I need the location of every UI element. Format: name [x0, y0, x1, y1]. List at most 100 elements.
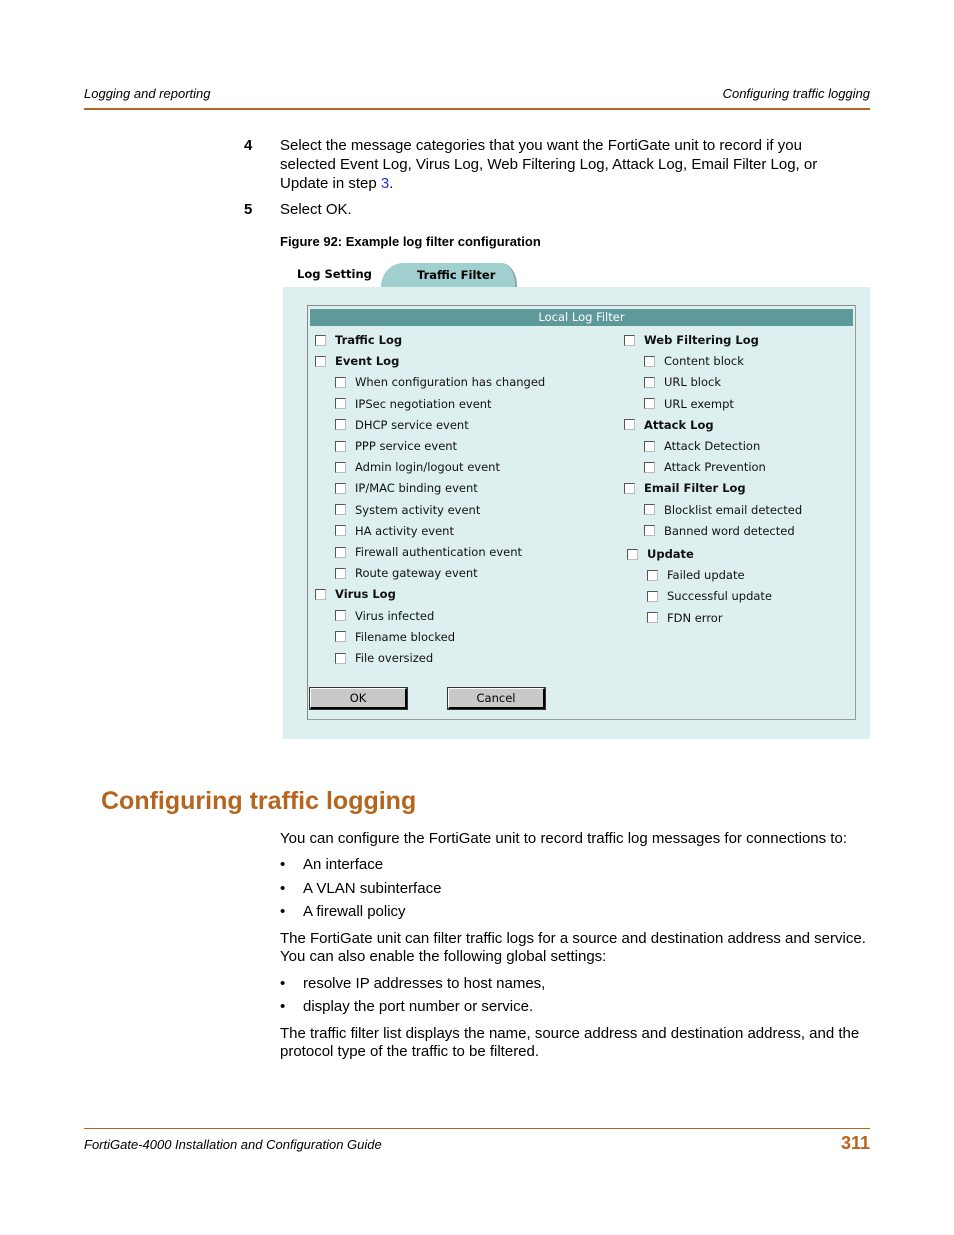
checkbox-label: DHCP service event — [355, 417, 469, 432]
local-log-filter-panel: Local Log Filter Traffic Log Event Log Whe… — [307, 305, 856, 720]
checkbox-label: Web Filtering Log — [644, 333, 759, 347]
checkbox[interactable] — [647, 612, 658, 624]
checkbox[interactable] — [335, 610, 346, 622]
tab-traffic-filter[interactable]: Traffic Filter — [381, 263, 517, 287]
checkbox-label: Update — [647, 547, 694, 561]
checkbox[interactable] — [335, 504, 346, 516]
checkbox[interactable] — [335, 525, 346, 537]
checkbox-label: Filename blocked — [355, 629, 455, 644]
paragraph-2: The FortiGate unit can filter traffic lo… — [280, 930, 866, 965]
checkbox-row[interactable]: URL exempt — [644, 395, 734, 413]
checkbox-row[interactable]: IP/MAC binding event — [335, 479, 478, 497]
checkbox-row[interactable]: Content block — [644, 352, 744, 370]
step-number: 5 — [244, 201, 253, 218]
checkbox[interactable] — [644, 398, 655, 410]
checkbox[interactable] — [644, 504, 655, 516]
checkbox[interactable] — [335, 546, 346, 558]
checkbox-row[interactable]: Successful update — [647, 587, 772, 605]
checkbox-row[interactable]: Virus Log — [315, 585, 396, 603]
checkbox-label: Traffic Log — [335, 333, 403, 347]
checkbox-label: Firewall authentication event — [355, 545, 523, 559]
checkbox[interactable] — [335, 631, 346, 643]
step-number: 4 — [244, 137, 253, 154]
checkbox-row[interactable]: IPSec negotiation event — [335, 395, 492, 413]
checkbox-row[interactable]: Attack Log — [624, 416, 714, 434]
checkbox[interactable] — [335, 461, 346, 473]
footer-title: FortiGate-4000 Installation and Configur… — [84, 1137, 382, 1152]
checkbox[interactable] — [315, 334, 326, 346]
checkbox-label: Email Filter Log — [644, 481, 746, 496]
checkbox-row[interactable]: Admin login/logout event — [335, 458, 500, 476]
checkbox[interactable] — [624, 334, 635, 346]
step-link[interactable]: 3 — [381, 175, 389, 192]
intro-paragraph: You can configure the FortiGate unit to … — [280, 830, 847, 847]
checkbox[interactable] — [335, 567, 346, 579]
checkbox[interactable] — [644, 440, 655, 452]
checkbox-row[interactable]: File oversized — [335, 649, 433, 667]
checkbox-label: Event Log — [335, 354, 400, 369]
checkbox-row[interactable]: URL block — [644, 373, 721, 391]
tab-log-setting[interactable]: Log Setting — [297, 267, 372, 281]
checkbox[interactable] — [644, 355, 655, 367]
checkbox-row[interactable]: Traffic Log — [315, 331, 402, 349]
checkbox-row[interactable]: Attack Prevention — [644, 458, 766, 476]
checkbox-row[interactable]: Web Filtering Log — [624, 331, 759, 349]
checkbox-label: Banned word detected — [664, 523, 795, 538]
checkbox-row[interactable]: When configuration has changed — [335, 373, 545, 391]
cancel-button[interactable]: Cancel — [447, 687, 546, 710]
checkbox[interactable] — [315, 588, 326, 600]
checkbox[interactable] — [335, 398, 346, 410]
running-header-right: Configuring traffic logging — [722, 86, 870, 101]
checkbox[interactable] — [315, 355, 326, 367]
checkbox-label: Failed update — [667, 568, 745, 583]
checkbox-row[interactable]: Failed update — [647, 566, 745, 584]
checkbox-row[interactable]: Attack Detection — [644, 437, 760, 455]
checkbox-label: File oversized — [355, 651, 434, 665]
figure-caption: Figure 92: Example log filter configurat… — [280, 234, 541, 249]
checkbox[interactable] — [335, 376, 346, 388]
checkbox-label: Virus infected — [355, 608, 435, 623]
checkbox-row[interactable]: Event Log — [315, 352, 399, 370]
checkbox-row[interactable]: Filename blocked — [335, 628, 455, 646]
footer-rule — [84, 1128, 870, 1129]
checkbox-label: URL block — [664, 375, 721, 390]
checkbox-row[interactable]: Route gateway event — [335, 564, 478, 582]
checkbox-row[interactable]: Firewall authentication event — [335, 543, 522, 561]
checkbox[interactable] — [627, 548, 638, 560]
checkbox[interactable] — [644, 525, 655, 537]
checkbox[interactable] — [647, 590, 658, 602]
page-number: 311 — [840, 1133, 870, 1153]
panel-title: Local Log Filter — [310, 309, 853, 326]
checkbox-label: Successful update — [667, 589, 772, 604]
checkbox-row[interactable]: Update — [627, 545, 694, 563]
checkbox-row[interactable]: PPP service event — [335, 437, 457, 455]
checkbox-row[interactable]: HA activity event — [335, 522, 454, 540]
checkbox-row[interactable]: Blocklist email detected — [644, 501, 802, 519]
checkbox[interactable] — [335, 440, 346, 452]
checkbox-row[interactable]: System activity event — [335, 501, 480, 519]
checkbox-row[interactable]: FDN error — [647, 609, 723, 627]
ok-button[interactable]: OK — [309, 687, 408, 710]
checkbox-label: Blocklist email detected — [664, 502, 803, 517]
checkbox[interactable] — [335, 419, 346, 431]
tab-bar: Log Setting Traffic Filter — [283, 263, 870, 287]
checkbox-label: Content block — [664, 354, 744, 369]
checkbox-label: FDN error — [667, 610, 723, 625]
checkbox-label: Attack Detection — [664, 439, 761, 453]
checkbox-row[interactable]: Banned word detected — [644, 522, 795, 540]
checkbox-label: Route gateway event — [355, 566, 478, 581]
section-title: Configuring traffic logging — [101, 787, 417, 815]
checkbox[interactable] — [624, 482, 635, 494]
checkbox-row[interactable]: DHCP service event — [335, 416, 469, 434]
checkbox-row[interactable]: Virus infected — [335, 607, 434, 625]
checkbox[interactable] — [335, 652, 346, 664]
checkbox[interactable] — [647, 569, 658, 581]
checkbox[interactable] — [624, 419, 635, 431]
checkbox-label: Virus Log — [335, 587, 396, 602]
checkbox[interactable] — [644, 461, 655, 473]
checkbox-row[interactable]: Email Filter Log — [624, 479, 746, 497]
checkbox-label: IPSec negotiation event — [355, 396, 492, 411]
checkbox-label: When configuration has changed — [355, 375, 546, 390]
checkbox[interactable] — [335, 482, 346, 494]
checkbox[interactable] — [644, 376, 655, 388]
